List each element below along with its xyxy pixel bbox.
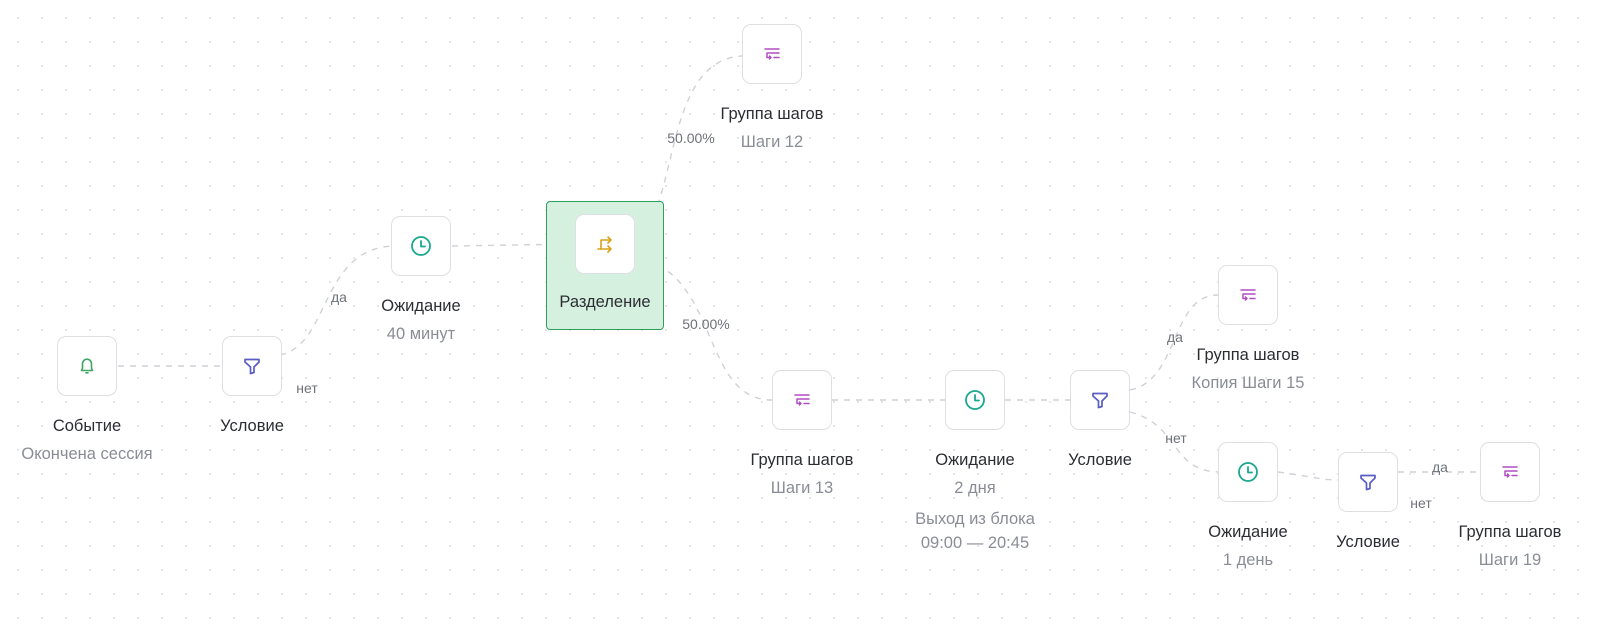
node-subtitle: 1 день bbox=[1222, 551, 1274, 569]
edge-label-yes: да bbox=[1432, 459, 1448, 475]
node-step-group[interactable]: Группа шагов Шаги 12 bbox=[692, 24, 852, 152]
node-event-box[interactable] bbox=[57, 336, 117, 396]
step-group-icon bbox=[1502, 466, 1518, 478]
node-step-group[interactable]: Группа шагов Шаги 13 bbox=[722, 370, 882, 498]
funnel-icon bbox=[244, 358, 260, 375]
node-step-group[interactable]: Группа шагов Шаги 19 bbox=[1430, 442, 1590, 570]
node-condition-box[interactable] bbox=[222, 336, 282, 396]
node-step-group-box[interactable] bbox=[742, 24, 802, 84]
node-title: Группа шагов bbox=[1196, 346, 1300, 364]
node-subtitle: Копия Шаги 15 bbox=[1191, 374, 1305, 392]
node-condition-box[interactable] bbox=[1070, 370, 1130, 430]
bell-icon bbox=[80, 358, 94, 374]
clock-icon bbox=[1238, 462, 1258, 482]
node-subtitle: Шаги 12 bbox=[740, 133, 804, 151]
edge-label-yes: да bbox=[1167, 329, 1183, 345]
node-split[interactable]: Разделение bbox=[525, 214, 685, 312]
node-event[interactable]: Событие Окончена сессия bbox=[7, 336, 167, 464]
node-subtitle: Окончена сессия bbox=[21, 445, 153, 463]
edge-label-yes: да bbox=[331, 289, 347, 305]
clock-icon bbox=[965, 390, 985, 410]
edge-label-no: нет bbox=[1165, 430, 1187, 446]
node-title: Группа шагов bbox=[720, 105, 824, 123]
node-step-group-box[interactable] bbox=[1480, 442, 1540, 502]
split-arrows-icon bbox=[597, 236, 612, 253]
node-title: Разделение bbox=[559, 293, 651, 311]
clock-icon bbox=[411, 236, 431, 256]
node-wait-box[interactable] bbox=[391, 216, 451, 276]
node-split-box[interactable] bbox=[575, 214, 635, 274]
step-group-icon bbox=[764, 48, 780, 60]
edge-label-no: нет bbox=[1410, 495, 1432, 511]
funnel-icon bbox=[1360, 474, 1376, 491]
node-subtitle: Шаги 19 bbox=[1478, 551, 1542, 569]
edge-label-percent: 50.00% bbox=[667, 130, 715, 146]
edge-label-no: нет bbox=[296, 380, 318, 396]
node-wait[interactable]: Ожидание 40 минут bbox=[341, 216, 501, 344]
node-subtitle: 2 дня bbox=[954, 479, 996, 497]
node-condition[interactable]: Условие bbox=[1020, 370, 1180, 470]
node-title: Ожидание bbox=[381, 297, 461, 315]
node-wait-box[interactable] bbox=[945, 370, 1005, 430]
node-title: Группа шагов bbox=[750, 451, 854, 469]
node-step-group-box[interactable] bbox=[772, 370, 832, 430]
node-subtitle: Шаги 13 bbox=[770, 479, 834, 497]
node-title: Условие bbox=[1068, 451, 1132, 469]
node-wait-box[interactable] bbox=[1218, 442, 1278, 502]
node-step-group[interactable]: Группа шагов Копия Шаги 15 bbox=[1168, 265, 1328, 393]
node-subtitle: 40 минут bbox=[386, 325, 456, 343]
workflow-canvas[interactable]: Событие Окончена сессия Условие Ожидание… bbox=[0, 0, 1600, 625]
step-group-icon bbox=[1240, 289, 1256, 301]
funnel-icon bbox=[1092, 392, 1108, 409]
node-condition-box[interactable] bbox=[1338, 452, 1398, 512]
node-step-group-box[interactable] bbox=[1218, 265, 1278, 325]
node-title: Условие bbox=[220, 417, 284, 435]
step-group-icon bbox=[794, 394, 810, 406]
node-title: Условие bbox=[1336, 533, 1400, 551]
node-exit-window-label: Выход из блока bbox=[915, 510, 1035, 528]
edge-label-percent: 50.00% bbox=[682, 316, 730, 332]
node-title: Группа шагов bbox=[1458, 523, 1562, 541]
node-title: Событие bbox=[52, 417, 122, 435]
node-exit-window-time: 09:00 — 20:45 bbox=[920, 534, 1030, 552]
